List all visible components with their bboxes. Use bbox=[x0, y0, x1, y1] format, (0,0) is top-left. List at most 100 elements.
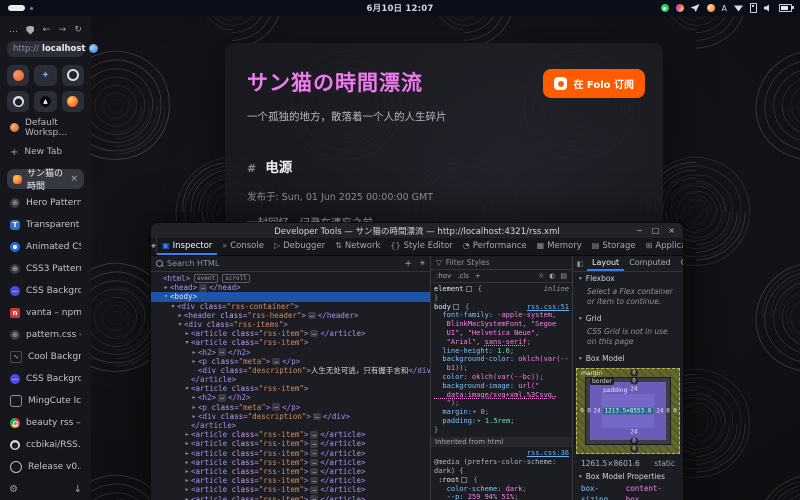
rule-row[interactable]: rss.css:36 bbox=[434, 449, 569, 458]
rule-row[interactable]: dark) { bbox=[434, 467, 569, 476]
folo-subscribe-button[interactable]: 在 Folo 订阅 bbox=[543, 69, 645, 98]
dock-icon[interactable]: ◧ bbox=[573, 256, 587, 271]
rule-row[interactable]: BlinkMacSystemFont, "Segoe bbox=[434, 320, 569, 329]
search-html-input[interactable]: Search HTML bbox=[167, 259, 219, 268]
pinned-tab-ring[interactable] bbox=[62, 65, 84, 86]
markup-row[interactable]: </article> bbox=[151, 421, 430, 430]
twisty-icon[interactable]: ▾ bbox=[183, 384, 191, 393]
maximize-button[interactable]: □ bbox=[652, 226, 660, 235]
rule-row[interactable]: "); bbox=[434, 399, 569, 408]
rule-row[interactable]: UI", "Helvetica Neue", bbox=[434, 329, 569, 338]
input-method-icon[interactable]: A bbox=[722, 4, 727, 13]
rule-row[interactable]: } bbox=[434, 426, 569, 435]
twisty-icon[interactable]: ▸ bbox=[183, 439, 191, 448]
devtools-tab-console[interactable]: »Console bbox=[217, 238, 269, 255]
twisty-icon[interactable]: ▾ bbox=[162, 292, 170, 301]
rule-row[interactable]: line-height: 1.6; bbox=[434, 347, 569, 356]
forward-icon[interactable]: → bbox=[59, 25, 67, 35]
rule-row[interactable]: background-color: oklch(var(-- bbox=[434, 355, 569, 364]
markup-row[interactable]: ▸<header class="rss-header">…</header> bbox=[151, 311, 430, 320]
twisty-icon[interactable]: ▸ bbox=[183, 495, 191, 500]
markup-row[interactable]: ▸<h2>…</h2> bbox=[151, 393, 430, 402]
devtools-tab-application[interactable]: ⊞Application bbox=[641, 238, 684, 255]
grid-section-header[interactable]: ▾Grid bbox=[573, 312, 683, 325]
devtools-tab-performance[interactable]: ◔Performance bbox=[458, 238, 532, 255]
border-bottom-value[interactable]: 0 bbox=[630, 438, 638, 445]
devtools-tab-debugger[interactable]: ▷Debugger bbox=[269, 238, 330, 255]
margin-top-value[interactable]: 0 bbox=[630, 370, 638, 377]
sidebar-tab[interactable]: ⊕pattern.css – CS bbox=[7, 324, 84, 346]
rule-row[interactable]: @media (prefers-color-scheme: bbox=[434, 458, 569, 467]
twisty-icon[interactable]: ▸ bbox=[183, 476, 191, 485]
rule-row[interactable]: --p: 259 94% 51%; bbox=[434, 493, 569, 500]
devtools-tab-storage[interactable]: ▤Storage bbox=[587, 238, 641, 255]
green-app-icon[interactable] bbox=[661, 4, 669, 12]
downloads-icon[interactable]: ↓ bbox=[74, 484, 82, 495]
devtools-tab-network[interactable]: ⇅Network bbox=[330, 238, 385, 255]
markup-row[interactable]: ▸<div class="description">…</div> bbox=[151, 412, 430, 421]
devtools-tab-memory[interactable]: ▦Memory bbox=[532, 238, 587, 255]
sidebar-tab[interactable]: —CSS Background bbox=[7, 280, 84, 302]
twisty-icon[interactable]: ▸ bbox=[190, 348, 198, 357]
boxmodel-section-header[interactable]: ▾Box Model bbox=[573, 352, 683, 365]
minimize-button[interactable]: − bbox=[636, 226, 643, 235]
twisty-icon[interactable]: ▸ bbox=[183, 329, 191, 338]
tab-computed[interactable]: Computed bbox=[624, 256, 676, 271]
markup-row[interactable]: ▾<body> bbox=[151, 292, 430, 301]
rule-row[interactable]: element {inline bbox=[434, 285, 569, 294]
markup-row[interactable]: ▸<article class="rss-item">…</article> bbox=[151, 458, 430, 467]
rule-row[interactable]: margin: ▸ 0; bbox=[434, 408, 569, 417]
wifi-icon[interactable] bbox=[734, 5, 743, 12]
sidebar-menu-icon[interactable]: … bbox=[9, 25, 18, 35]
sidebar-tab[interactable]: Animated CSS B bbox=[7, 236, 84, 258]
sidebar-tab[interactable]: Release v0.5.0 - bbox=[7, 456, 84, 478]
markup-row[interactable]: ▸<p class="meta">…</p> bbox=[151, 403, 430, 412]
sidebar-tab[interactable]: beauty rss – Go bbox=[7, 412, 84, 434]
border-top-value[interactable]: 0 bbox=[630, 378, 638, 385]
markup-row[interactable]: ▾<article class="rss-item"> bbox=[151, 384, 430, 393]
markup-row[interactable]: ▾<div class="rss-container"> bbox=[151, 302, 430, 311]
markup-row[interactable]: <html>eventscroll bbox=[151, 274, 430, 283]
twisty-icon[interactable]: ▸ bbox=[183, 458, 191, 467]
back-icon[interactable]: ← bbox=[43, 25, 51, 35]
sidebar-tab[interactable]: ccbikai/RSS.Bea bbox=[7, 434, 84, 456]
twisty-icon[interactable]: ▾ bbox=[183, 338, 191, 347]
settings-gear-icon[interactable]: ⚙ bbox=[9, 484, 18, 495]
markup-row[interactable]: ▸<article class="rss-item">…</article> bbox=[151, 485, 430, 494]
close-tab-icon[interactable]: × bbox=[70, 174, 78, 184]
twisty-icon[interactable]: ▸ bbox=[190, 393, 198, 402]
twisty-icon[interactable]: ▸ bbox=[183, 485, 191, 494]
flexbox-section-header[interactable]: ▾Flexbox bbox=[573, 272, 683, 285]
twisty-icon[interactable]: ▸ bbox=[162, 283, 170, 292]
shield-icon[interactable] bbox=[26, 26, 34, 35]
multicolor-app-icon[interactable] bbox=[676, 4, 684, 12]
volume-icon[interactable] bbox=[764, 4, 772, 12]
padding-top-value[interactable]: 24 bbox=[628, 386, 639, 393]
orange-app-icon[interactable] bbox=[707, 4, 715, 12]
url-bar[interactable]: http://localhost bbox=[7, 41, 84, 57]
rule-row[interactable]: font-family: -apple-system, bbox=[434, 311, 569, 320]
rule-row[interactable]: body {rss.css:51 bbox=[434, 303, 569, 312]
markup-row[interactable]: ▸<p class="meta">…</p> bbox=[151, 357, 430, 366]
twisty-icon[interactable]: ▸ bbox=[190, 403, 198, 412]
markup-row[interactable]: ▸<article class="rss-item">…</article> bbox=[151, 439, 430, 448]
device-battery-icon[interactable] bbox=[750, 3, 757, 13]
markup-row[interactable]: ▸<article class="rss-item">…</article> bbox=[151, 467, 430, 476]
markup-row[interactable]: ▸<article class="rss-item">…</article> bbox=[151, 476, 430, 485]
rules-theme-icon[interactable]: ◐ bbox=[549, 272, 555, 280]
twisty-icon[interactable]: ▾ bbox=[169, 302, 177, 311]
markup-row[interactable]: ▸<article class="rss-item">…</article> bbox=[151, 495, 430, 500]
new-tab-button[interactable]: + New Tab bbox=[7, 144, 84, 161]
rule-row[interactable]: :root { bbox=[434, 476, 569, 485]
rules-tool-cls[interactable]: .cls bbox=[457, 272, 469, 280]
boxmodel-properties-header[interactable]: ▾Box Model Properties bbox=[573, 470, 683, 483]
rules-tool-hov[interactable]: :hov bbox=[436, 272, 451, 280]
property-row[interactable]: box-sizingcontent-box bbox=[581, 483, 675, 500]
content-size-value[interactable]: 1213.5×8553.6 bbox=[603, 408, 654, 415]
twisty-icon[interactable]: ▾ bbox=[176, 320, 184, 329]
telegram-icon[interactable] bbox=[691, 4, 700, 12]
rules-theme-icon[interactable]: ☼ bbox=[538, 272, 544, 280]
rule-row[interactable]: padding: ▸ 1.5rem; bbox=[434, 417, 569, 426]
sidebar-tab[interactable]: ⊕Hero Patterns | T bbox=[7, 192, 84, 214]
rules-theme-icon[interactable]: ▤ bbox=[560, 272, 567, 280]
